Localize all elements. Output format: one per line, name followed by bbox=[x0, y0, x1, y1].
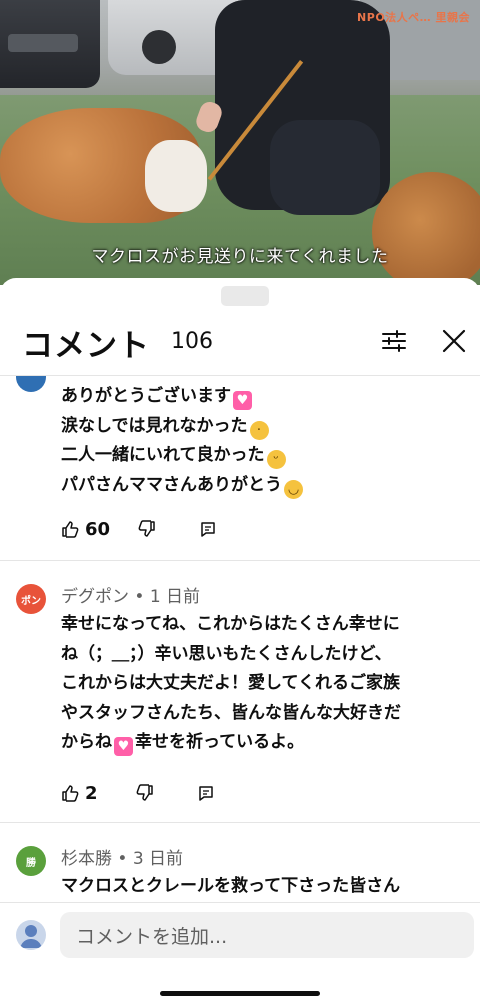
crying-face-icon: · bbox=[249, 420, 269, 440]
add-comment-bar: コメントを追加... bbox=[0, 902, 480, 967]
dislike-button[interactable] bbox=[136, 784, 154, 802]
thumbs-down-icon bbox=[136, 784, 153, 801]
comment-text: マクロスとクレールを救って下さった皆さん bbox=[61, 872, 466, 902]
video-watermark: NPO法人ペ… 里親会 bbox=[357, 11, 470, 24]
reply-icon bbox=[201, 522, 215, 537]
video-player[interactable]: NPO法人ペ… 里親会 マクロスがお見送りに来てくれました bbox=[0, 0, 480, 285]
video-car-dark bbox=[0, 0, 100, 88]
tune-icon bbox=[382, 330, 406, 352]
comment-line: からね ♥ 幸せを祈っているよ。 bbox=[61, 732, 305, 756]
comment-line: 幸せになってね、これからはたくさん幸せに bbox=[61, 614, 400, 634]
comment-author-meta[interactable]: 杉本勝 • 3 日前 bbox=[61, 844, 183, 869]
reply-icon bbox=[198, 786, 213, 801]
comment-line: ね（；＿；）辛い思いもたくさんしたけど、 bbox=[61, 643, 392, 664]
filter-button[interactable] bbox=[374, 321, 414, 361]
comment-divider bbox=[0, 822, 480, 823]
comment-author-meta[interactable]: デグポン • 1 日前 bbox=[61, 582, 200, 607]
comment-line: ありがとうございます ♥ bbox=[61, 382, 466, 412]
thumbs-up-icon bbox=[62, 785, 79, 802]
home-indicator bbox=[160, 991, 320, 996]
comment-actions: 2 bbox=[61, 778, 214, 808]
thumbs-down-icon bbox=[138, 520, 155, 537]
comment-actions: 60 bbox=[61, 514, 216, 544]
laughing-tears-icon: ᵕ bbox=[266, 450, 286, 469]
comment-line: パパさんママさんありがとう ◡ bbox=[61, 471, 466, 501]
like-button[interactable]: 2 bbox=[61, 783, 98, 804]
comment-line: やスタッフさんたち、皆んな皆んな大好きだ bbox=[61, 702, 401, 723]
close-button[interactable] bbox=[434, 321, 474, 361]
thumbs-up-icon bbox=[62, 521, 79, 538]
comment-count: 106 bbox=[171, 329, 213, 354]
smiling-face-icon: ◡ bbox=[284, 479, 303, 499]
avatar[interactable]: 勝 bbox=[16, 846, 46, 876]
like-count: 60 bbox=[85, 518, 111, 540]
user-avatar-icon[interactable] bbox=[16, 920, 46, 950]
dislike-button[interactable] bbox=[138, 520, 156, 538]
close-icon bbox=[442, 329, 466, 353]
heart-emoji-icon: ♥ bbox=[114, 737, 133, 756]
heart-emoji-icon: ♥ bbox=[233, 391, 252, 410]
comment-divider bbox=[0, 560, 480, 561]
like-button[interactable]: 60 bbox=[61, 519, 110, 540]
video-caption: マクロスがお見送りに来てくれました bbox=[91, 247, 389, 267]
comment-text: ありがとうございます ♥ 涙なしでは見れなかった · 二人一緒にいれて良かった ᵕ パ… bbox=[61, 382, 466, 500]
sheet-title: コメント bbox=[22, 328, 150, 364]
drag-handle[interactable] bbox=[221, 286, 269, 306]
video-dog-face bbox=[145, 140, 207, 212]
avatar[interactable]: ポン bbox=[16, 584, 46, 614]
reply-button[interactable] bbox=[200, 521, 216, 537]
comment-line: 二人一緒にいれて良かった ᵕ bbox=[61, 441, 466, 471]
avatar[interactable] bbox=[16, 376, 46, 392]
comment-text: 幸せになってね、これからはたくさん幸せに ね（；＿；）辛い思いもたくさんしたけど… bbox=[61, 610, 466, 758]
reply-button[interactable] bbox=[198, 785, 214, 801]
video-person-legs bbox=[270, 120, 380, 215]
person-icon bbox=[20, 925, 42, 948]
comment-line: これからは大丈夫だよ！愛してくれるご家族 bbox=[61, 673, 400, 693]
add-comment-input[interactable]: コメントを追加... bbox=[60, 912, 474, 958]
like-count: 2 bbox=[85, 782, 98, 804]
comments-sheet: コメント 106 ありがとうございます ♥ 涙なしでは見れなかった · 二人一緒… bbox=[0, 278, 480, 1007]
comment-list[interactable]: ありがとうございます ♥ 涙なしでは見れなかった · 二人一緒にいれて良かった ᵕ パ… bbox=[0, 376, 480, 904]
comment-line: マクロスとクレールを救って下さった皆さん bbox=[61, 876, 401, 896]
comment-line: 涙なしでは見れなかった · bbox=[61, 412, 466, 442]
